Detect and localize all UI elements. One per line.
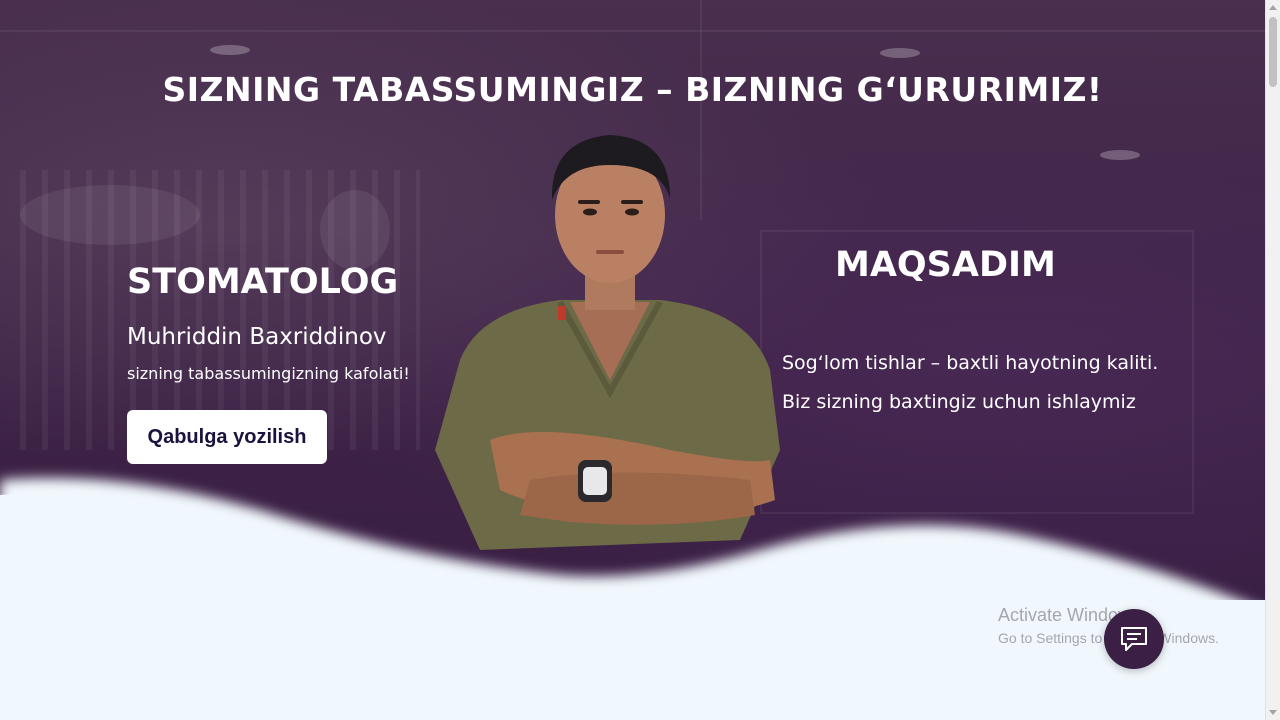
ceiling-line	[0, 30, 1265, 32]
doctor-name: Muhriddin Baxriddinov	[127, 324, 387, 350]
role-title: STOMATOLOG	[127, 262, 399, 302]
ceiling-light	[880, 48, 920, 58]
vertical-scrollbar[interactable]	[1265, 0, 1280, 720]
wave-divider	[0, 478, 1265, 720]
page: SIZNING TABASSUMINGIZ – BIZNING G‘URURIM…	[0, 0, 1265, 720]
dental-lamp	[320, 190, 390, 270]
mission-title: MAQSADIM	[835, 245, 1056, 285]
chat-bubble-icon	[1121, 627, 1147, 651]
ceiling-light	[1100, 150, 1140, 160]
dental-lamp	[20, 185, 200, 245]
mission-line-1: Sog‘lom tishlar – baxtli hayotning kalit…	[782, 352, 1159, 374]
chat-button[interactable]	[1104, 609, 1164, 669]
mission-text: Sog‘lom tishlar – baxtli hayotning kalit…	[782, 344, 1232, 422]
tagline: sizning tabassumingizning kafolati!	[127, 364, 410, 383]
mission-line-2: Biz sizning baxtingiz uchun ishlaymiz	[782, 391, 1136, 413]
scroll-thumb[interactable]	[1269, 17, 1277, 87]
page-headline: SIZNING TABASSUMINGIZ – BIZNING G‘URURIM…	[162, 70, 1103, 109]
scroll-up-arrow[interactable]	[1269, 5, 1277, 10]
ceiling-light	[210, 45, 250, 55]
book-appointment-button[interactable]: Qabulga yozilish	[127, 410, 327, 464]
scroll-down-arrow[interactable]	[1269, 710, 1277, 715]
intro-block: STOMATOLOG Muhriddin Baxriddinov sizning…	[127, 262, 457, 383]
